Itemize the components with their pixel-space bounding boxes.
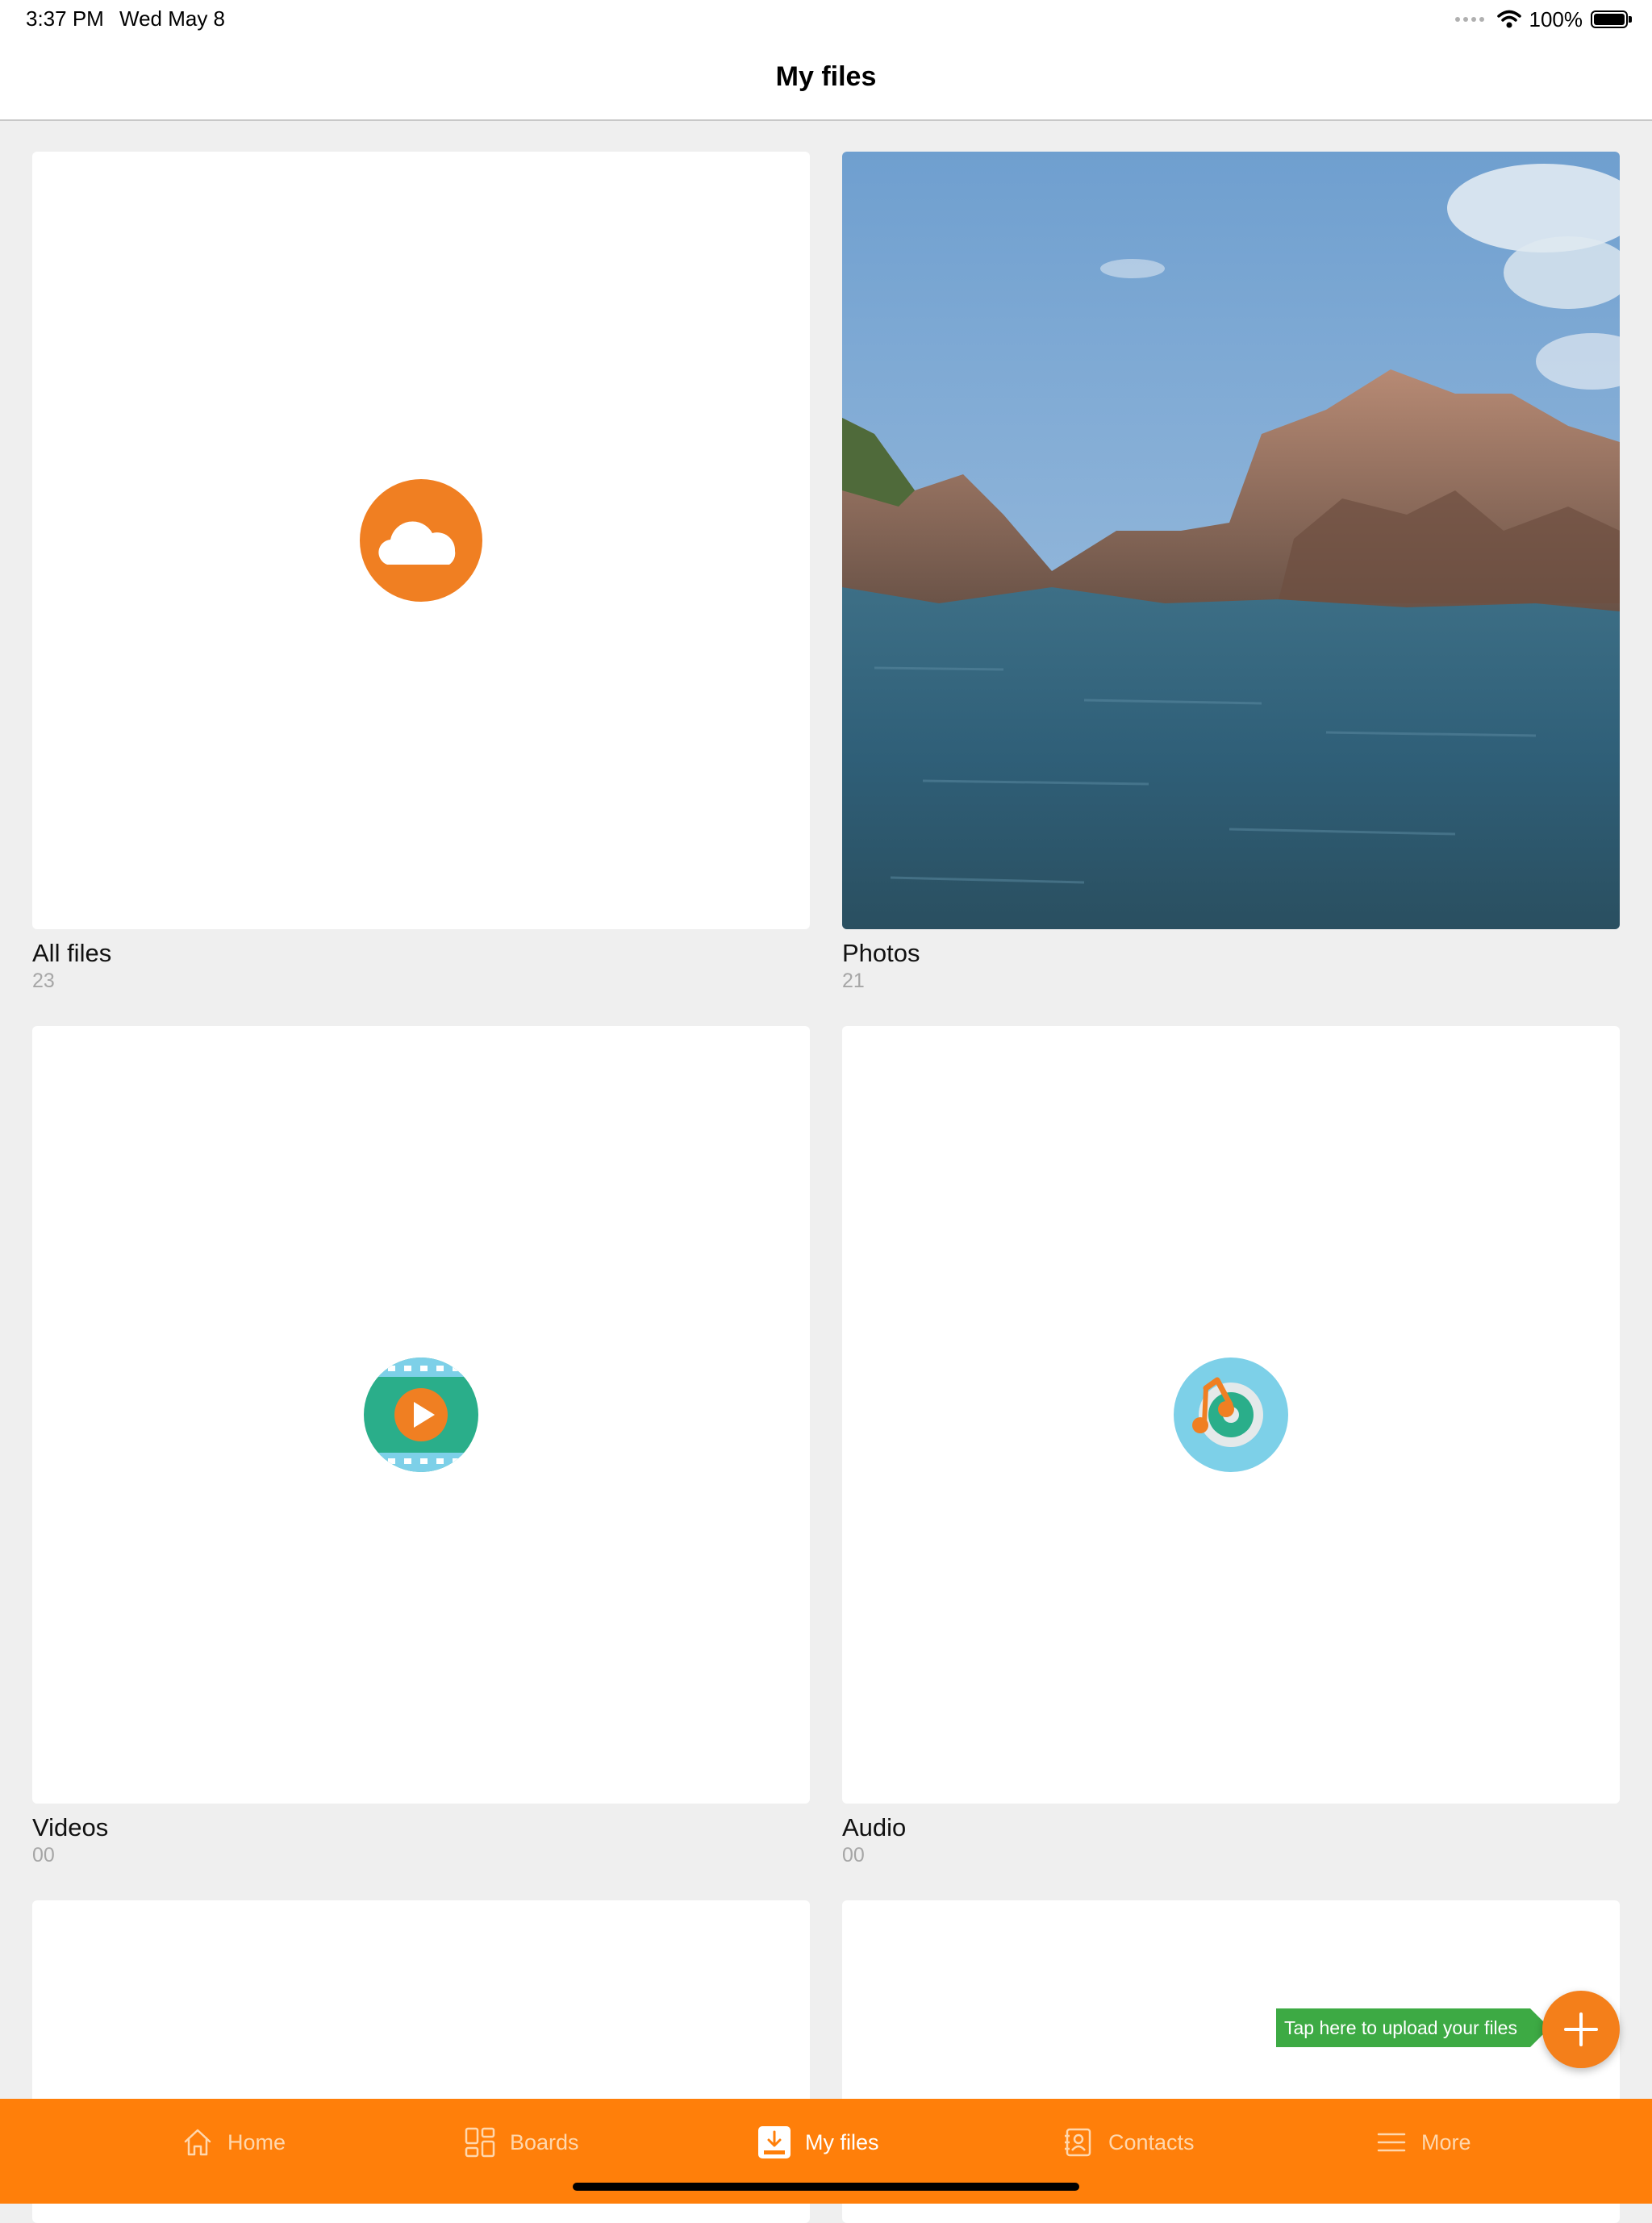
photo-thumbnail (842, 152, 1620, 929)
all-files-count: 23 (32, 970, 55, 992)
tab-boards-label: Boards (510, 2129, 579, 2154)
tab-home-label: Home (227, 2129, 286, 2154)
videos-count: 00 (32, 1844, 55, 1866)
photos-label: Photos (842, 939, 920, 967)
page-title: My files (775, 61, 877, 92)
home-indicator[interactable] (573, 2183, 1079, 2191)
videos-label: Videos (32, 1813, 109, 1841)
tab-more[interactable]: More (1376, 2125, 1471, 2160)
photos-count: 21 (842, 970, 865, 992)
video-film-icon (364, 1358, 478, 1472)
tab-my-files-label: My files (805, 2129, 879, 2154)
all-files-label: All files (32, 939, 112, 967)
audio-music-icon (1174, 1358, 1288, 1472)
videos-card[interactable] (32, 1026, 810, 1804)
status-date: Wed May 8 (119, 6, 226, 31)
upload-button[interactable] (1542, 1991, 1620, 2068)
wifi-icon (1496, 10, 1521, 28)
all-files-card[interactable] (32, 152, 810, 929)
tab-more-label: More (1421, 2129, 1471, 2154)
cloud-icon (360, 479, 482, 602)
plus-icon (1564, 2012, 1598, 2046)
boards-icon (465, 2127, 495, 2158)
home-icon (184, 2129, 211, 2156)
tab-my-files[interactable]: My files (758, 2125, 879, 2160)
contacts-icon (1065, 2128, 1091, 2157)
menu-icon (1377, 2133, 1406, 2152)
audio-count: 00 (842, 1844, 865, 1866)
tab-home[interactable]: Home (182, 2125, 286, 2160)
photos-card[interactable] (842, 152, 1620, 929)
audio-card[interactable] (842, 1026, 1620, 1804)
status-bar: 3:37 PM Wed May 8 100% (0, 0, 1652, 39)
tab-contacts-label: Contacts (1108, 2129, 1195, 2154)
status-indicators: 100% (1454, 5, 1632, 34)
audio-label: Audio (842, 1813, 907, 1841)
upload-tooltip: Tap here to upload your files (1276, 2008, 1550, 2047)
tab-contacts[interactable]: Contacts (1063, 2125, 1195, 2160)
download-tray-icon (758, 2126, 791, 2158)
battery-percent: 100% (1529, 6, 1583, 31)
cellular-signal-icon (1454, 17, 1484, 22)
status-time: 3:37 PM (26, 6, 104, 31)
tab-boards[interactable]: Boards (465, 2125, 579, 2160)
navigation-bar: My files (0, 39, 1652, 121)
battery-icon (1591, 10, 1632, 28)
